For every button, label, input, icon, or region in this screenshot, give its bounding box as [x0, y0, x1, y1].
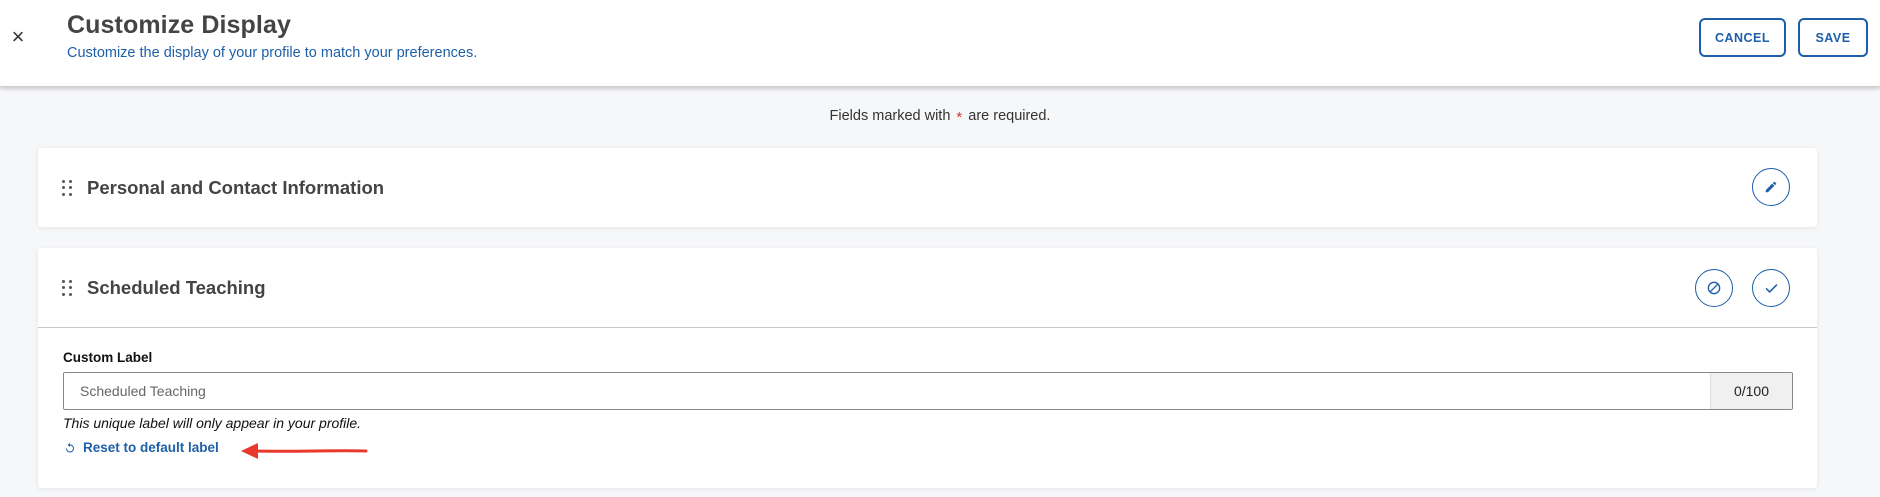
save-button[interactable]: SAVE: [1798, 18, 1868, 57]
required-note-prefix: Fields marked with: [829, 108, 951, 124]
custom-label-field: 0/100: [63, 372, 1793, 410]
drag-handle-icon[interactable]: [62, 180, 74, 196]
edit-section-button[interactable]: [1752, 168, 1790, 206]
section-divider: [38, 327, 1817, 328]
confirm-edit-button[interactable]: [1752, 269, 1790, 307]
page-subtitle: Customize the display of your profile to…: [67, 45, 478, 61]
drag-handle-icon[interactable]: [62, 280, 74, 296]
custom-label-field-label: Custom Label: [63, 350, 153, 365]
annotation-arrow-icon: [241, 443, 368, 459]
section-title: Personal and Contact Information: [87, 177, 385, 198]
reset-to-default-link[interactable]: Reset to default label: [63, 440, 219, 455]
reset-icon: [63, 441, 77, 455]
section-title: Scheduled Teaching: [87, 277, 266, 298]
pencil-icon: [1765, 181, 1777, 193]
required-star-icon: *: [956, 109, 963, 126]
cancel-edit-button[interactable]: [1695, 269, 1733, 307]
required-fields-note: Fields marked with * are required.: [0, 107, 1880, 126]
page-header: × Customize Display Customize the displa…: [0, 0, 1880, 87]
close-icon[interactable]: ×: [8, 25, 28, 49]
required-note-suffix: are required.: [968, 108, 1051, 124]
custom-label-help-text: This unique label will only appear in yo…: [63, 415, 362, 431]
custom-label-input[interactable]: [64, 373, 1710, 409]
cancel-button[interactable]: CANCEL: [1699, 18, 1786, 57]
character-counter: 0/100: [1710, 373, 1792, 409]
page-title: Customize Display: [67, 11, 291, 39]
cancel-circle-icon: [1707, 281, 1721, 295]
section-card-personal-contact: Personal and Contact Information: [38, 148, 1817, 227]
check-icon: [1765, 283, 1777, 293]
reset-link-label: Reset to default label: [83, 440, 219, 455]
